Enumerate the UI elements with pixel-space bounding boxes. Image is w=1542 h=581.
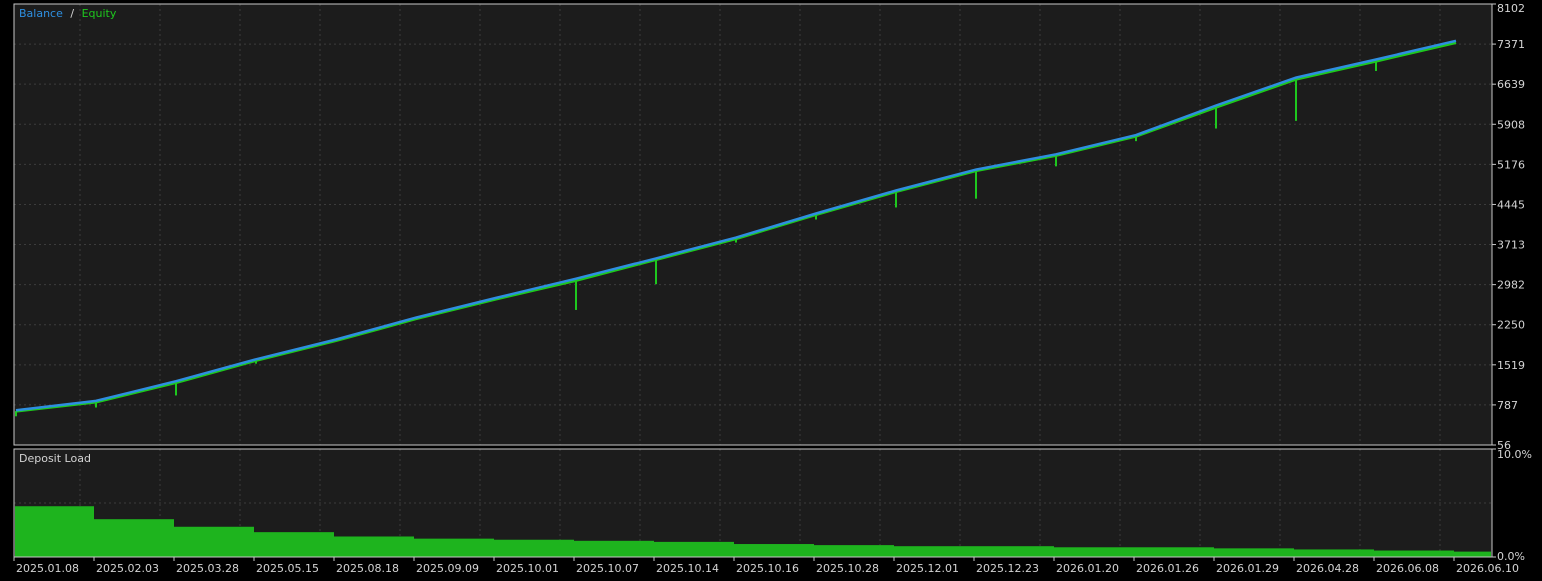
deposit-load-bar [494, 539, 574, 557]
deposit-load-bar [1374, 550, 1454, 557]
x-tick-label: 2025.12.01 [896, 562, 959, 575]
x-tick-label: 2025.10.14 [656, 562, 719, 575]
x-tick-label: 2026.01.20 [1056, 562, 1119, 575]
deposit-load-bar [174, 526, 254, 557]
main-plot-area [14, 4, 1492, 445]
main-y-tick-label: 4445 [1497, 198, 1525, 211]
mt-strategy-tester-graph: 8102 7371 6639 5908 5176 4445 3713 2982 2250 1519… [0, 0, 1542, 577]
main-y-tick-label: 5908 [1497, 118, 1525, 131]
deposit-load-bar [894, 546, 974, 557]
x-tick-label: 2026.01.26 [1136, 562, 1199, 575]
x-tick-label: 2025.10.01 [496, 562, 559, 575]
main-y-tick-label: 7371 [1497, 38, 1525, 51]
x-tick-label: 2026.06.10 [1456, 562, 1519, 575]
legend-separator: / [70, 7, 74, 20]
deposit-load-bar [654, 541, 734, 557]
deposit-load-bar [734, 544, 814, 557]
deposit-load-bar [1054, 547, 1134, 557]
main-y-tick-label: 2982 [1497, 279, 1525, 292]
deposit-load-bar [254, 532, 334, 557]
x-tick-label: 2025.03.28 [176, 562, 239, 575]
deposit-load-bar [15, 506, 94, 557]
deposit-load-bar [574, 540, 654, 557]
main-y-tick-label: 3713 [1497, 239, 1525, 252]
chart-svg: 8102 7371 6639 5908 5176 4445 3713 2982 2250 1519… [0, 0, 1542, 577]
x-tick-label: 2025.05.15 [256, 562, 319, 575]
main-y-tick-label: 8102 [1497, 2, 1525, 15]
x-tick-label: 2026.01.29 [1216, 562, 1279, 575]
main-y-tick-label: 1519 [1497, 359, 1525, 372]
x-tick-label: 2025.12.23 [976, 562, 1039, 575]
main-y-tick-label: 5176 [1497, 158, 1525, 171]
deposit-load-bar [814, 545, 894, 557]
main-y-tick-label: 2250 [1497, 319, 1525, 332]
x-tick-label: 2025.10.16 [736, 562, 799, 575]
deposit-load-bar [414, 538, 494, 557]
deposit-load-bar [1454, 551, 1491, 557]
deposit-load-bar [1214, 548, 1294, 557]
x-tick-label: 2025.09.09 [416, 562, 479, 575]
x-tick-label: 2026.06.08 [1376, 562, 1439, 575]
deposit-load-pane: Deposit Load 10.0%0.0% [13, 448, 1532, 563]
deposit-load-bar [1134, 547, 1214, 557]
legend-balance: Balance [19, 7, 63, 20]
x-tick-label: 2025.01.08 [16, 562, 79, 575]
x-tick-label: 2025.10.07 [576, 562, 639, 575]
deposit-load-bar [94, 519, 174, 557]
x-tick-label: 2026.04.28 [1296, 562, 1359, 575]
deposit-y-tick-label: 10.0% [1497, 448, 1532, 461]
legend-equity: Equity [82, 7, 117, 20]
x-tick-label: 2025.02.03 [96, 562, 159, 575]
x-tick-label: 2025.08.18 [336, 562, 399, 575]
main-y-tick-label: 6639 [1497, 78, 1525, 91]
deposit-load-title: Deposit Load [19, 452, 91, 465]
deposit-load-bar [334, 536, 414, 557]
main-y-tick-label: 787 [1497, 399, 1518, 412]
x-tick-label: 2025.10.28 [816, 562, 879, 575]
balance-equity-pane: 8102 7371 6639 5908 5176 4445 3713 2982 2250 1519… [13, 2, 1525, 452]
deposit-load-bar [1294, 549, 1374, 557]
deposit-load-bar [974, 546, 1054, 557]
